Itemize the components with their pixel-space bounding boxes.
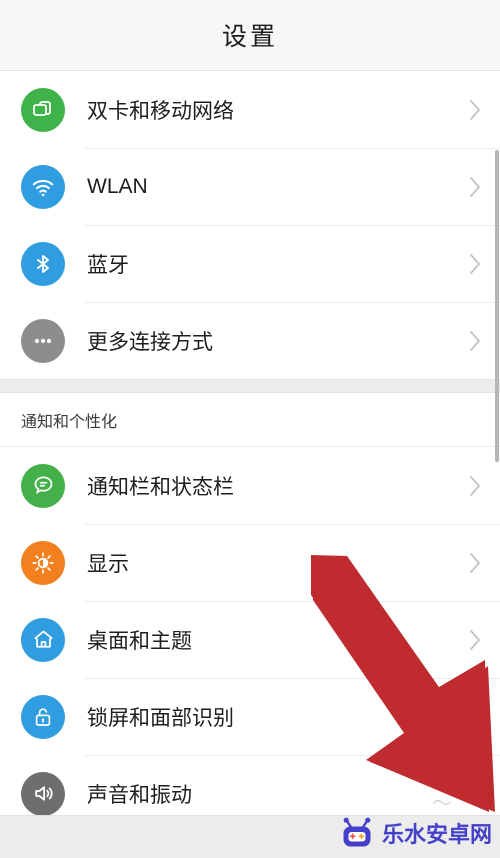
settings-row-wlan[interactable]: WLAN [0, 148, 500, 225]
settings-row-label: 更多连接方式 [87, 330, 213, 354]
brightness-icon [21, 540, 65, 585]
bluetooth-icon [21, 241, 65, 286]
settings-row-label: 锁屏和面部识别 [87, 706, 234, 730]
settings-row-label: 声音和振动 [87, 783, 192, 807]
settings-group-notifications-personalization: 通知和个性化 通知栏和状态栏 显示 桌面和主题 锁屏和面部识别 声音和振动 [0, 393, 500, 832]
settings-row-more-connections[interactable]: 更多连接方式 [0, 302, 500, 379]
robot-icon [339, 816, 375, 854]
settings-row-display[interactable]: 显示 [0, 524, 500, 601]
home-icon [21, 617, 65, 662]
squiggle-decoration: 〜 [432, 793, 452, 815]
chevron-right-icon [469, 475, 482, 497]
wifi-icon [21, 164, 65, 209]
chevron-right-icon [469, 99, 482, 121]
settings-row-bluetooth[interactable]: 蓝牙 [0, 225, 500, 302]
speaker-icon [21, 771, 65, 816]
watermark-text: 乐水安卓网 [381, 822, 492, 847]
settings-row-label: 桌面和主题 [87, 629, 192, 653]
chevron-right-icon [469, 783, 482, 805]
lock-open-icon [21, 694, 65, 739]
chevron-right-icon [469, 253, 482, 275]
settings-row-label: 通知栏和状态栏 [87, 475, 234, 499]
settings-row-lockscreen-face-recognition[interactable]: 锁屏和面部识别 [0, 678, 500, 755]
settings-row-notification-status-bar[interactable]: 通知栏和状态栏 [0, 447, 500, 524]
settings-row-desktop-theme[interactable]: 桌面和主题 [0, 601, 500, 678]
settings-row-dual-sim-mobile-network[interactable]: 双卡和移动网络 [0, 71, 500, 148]
chevron-right-icon [469, 629, 482, 651]
chevron-right-icon [469, 176, 482, 198]
more-dots-icon [21, 318, 65, 363]
settings-row-label: WLAN [87, 174, 148, 198]
site-watermark: 乐水安卓网 [339, 816, 492, 854]
settings-row-label: 显示 [87, 552, 129, 576]
app-header: 设置 [0, 0, 500, 71]
sim-card-icon [21, 87, 65, 132]
page-title: 设置 [221, 23, 278, 51]
settings-group-connectivity: 双卡和移动网络 WLAN 蓝牙 更多连接方式 [0, 71, 500, 379]
section-header-notifications-personalization: 通知和个性化 [0, 393, 500, 447]
settings-screen: 设置 双卡和移动网络 WLAN 蓝牙 更多连接方式 通知和个性化 通知栏和状态栏… [0, 0, 500, 858]
vertical-scrollbar[interactable] [495, 72, 500, 858]
chevron-right-icon [469, 706, 482, 728]
chevron-right-icon [469, 330, 482, 352]
scrollbar-thumb[interactable] [495, 150, 499, 462]
chat-bubble-icon [21, 463, 65, 508]
settings-row-label: 蓝牙 [87, 253, 129, 277]
chevron-right-icon [469, 552, 482, 574]
group-separator [0, 379, 500, 393]
settings-row-label: 双卡和移动网络 [87, 99, 234, 123]
